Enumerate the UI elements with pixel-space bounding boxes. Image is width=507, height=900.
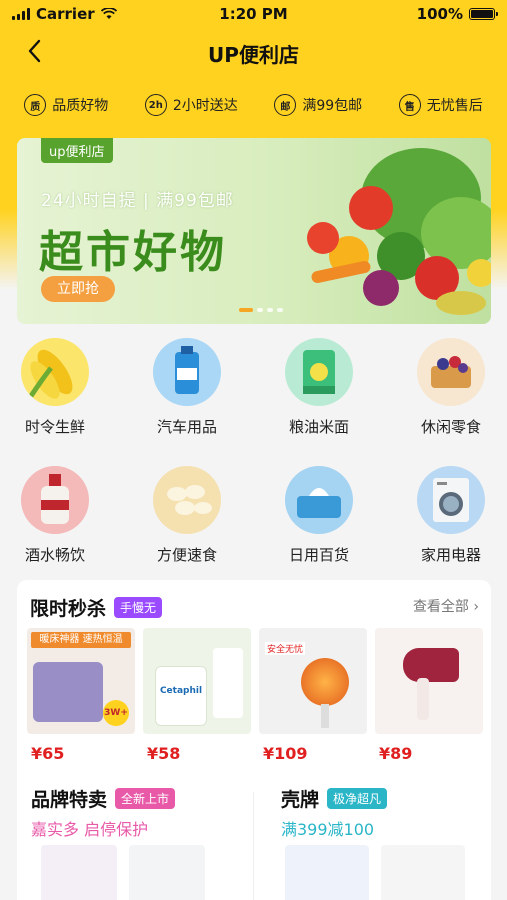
promo-banner[interactable]: up便利店 24小时自提 | 满99包邮 超市好物 立即抢 bbox=[17, 138, 491, 324]
shell-brand-desc: 满399减100 bbox=[281, 820, 375, 839]
nav-bar: UP便利店 bbox=[0, 30, 507, 74]
status-bar: Carrier 1:20 PM 100% bbox=[0, 0, 507, 28]
brand-sale-images bbox=[41, 845, 205, 900]
feature-label: 满99包邮 bbox=[302, 98, 363, 114]
carousel-indicator bbox=[239, 308, 283, 312]
feature-label: 无忧售后 bbox=[426, 98, 483, 114]
product-image bbox=[375, 628, 483, 734]
category-label: 休闲零食 bbox=[420, 418, 481, 436]
product-price: ¥58 bbox=[147, 744, 181, 763]
service-features: 质 品质好物 2h 2小时送达 邮 满99包邮 售 无忧售后 bbox=[0, 88, 507, 122]
category-grain[interactable]: 粮油米面 bbox=[264, 338, 374, 437]
product-price: ¥89 bbox=[379, 744, 413, 763]
product-card[interactable]: ¥89 bbox=[375, 628, 483, 763]
brand-sale-section[interactable]: 品牌特卖 全新上市 嘉实多 启停保护 bbox=[31, 785, 176, 840]
product-thumbnail[interactable] bbox=[41, 845, 117, 900]
product-price: ¥109 bbox=[263, 744, 308, 763]
category-instant[interactable]: 方便速食 bbox=[132, 466, 242, 565]
washing-machine-icon bbox=[417, 466, 485, 534]
product-thumbnail[interactable] bbox=[129, 845, 205, 900]
brand-sale-desc: 嘉实多 启停保护 bbox=[31, 820, 149, 839]
postage-icon: 邮 bbox=[274, 94, 297, 116]
feature-delivery: 2h 2小时送达 bbox=[144, 88, 238, 122]
product-card[interactable]: 暖床神器 速热恒温 3W+ ¥65 bbox=[27, 628, 135, 763]
banner-tag: up便利店 bbox=[41, 138, 113, 163]
category-label: 酒水畅饮 bbox=[24, 546, 85, 564]
category-label: 家用电器 bbox=[420, 546, 481, 564]
page-title: UP便利店 bbox=[208, 43, 299, 67]
product-image: Cetaphil bbox=[143, 628, 251, 734]
quality-icon: 质 bbox=[24, 94, 47, 116]
flash-sale-badge: 手慢无 bbox=[114, 597, 163, 618]
product-card[interactable]: 安全无忧 ¥109 bbox=[259, 628, 367, 763]
shell-brand-images bbox=[285, 845, 465, 900]
category-fresh[interactable]: 时令生鲜 bbox=[0, 338, 110, 437]
banner-subtitle: 24小时自提 | 满99包邮 bbox=[41, 191, 234, 211]
flash-sale-title: 限时秒杀 bbox=[30, 598, 107, 620]
shell-brand-section[interactable]: 壳牌 极净超凡 满399减100 bbox=[281, 785, 388, 840]
category-label: 时令生鲜 bbox=[24, 418, 85, 436]
feature-label: 品质好物 bbox=[52, 98, 109, 114]
banner-headline: 超市好物 bbox=[39, 227, 227, 278]
snack-icon bbox=[417, 338, 485, 406]
corn-icon bbox=[21, 338, 89, 406]
category-car[interactable]: 汽车用品 bbox=[132, 338, 242, 437]
aftersale-icon: 售 bbox=[398, 94, 421, 116]
shell-brand-title: 壳牌 bbox=[281, 789, 320, 811]
brand-sale-title: 品牌特卖 bbox=[31, 789, 108, 811]
product-image: 暖床神器 速热恒温 3W+ bbox=[27, 628, 135, 734]
product-list: 暖床神器 速热恒温 3W+ ¥65 Cetaphil ¥58 安全无忧 ¥109 bbox=[27, 628, 483, 763]
category-drinks[interactable]: 酒水畅饮 bbox=[0, 466, 110, 565]
flash-sale-card: 限时秒杀 手慢无 查看全部 › 暖床神器 速热恒温 3W+ ¥65 Cetaph… bbox=[17, 580, 491, 900]
category-label: 粮油米面 bbox=[288, 418, 349, 436]
liquor-icon bbox=[21, 466, 89, 534]
category-snack[interactable]: 休闲零食 bbox=[396, 338, 506, 437]
banner-cta-button[interactable]: 立即抢 bbox=[41, 276, 115, 302]
section-divider bbox=[253, 792, 254, 900]
feature-aftersale: 售 无忧售后 bbox=[398, 88, 483, 122]
rice-bag-icon bbox=[285, 338, 353, 406]
washer-fluid-icon bbox=[153, 338, 221, 406]
tissue-icon bbox=[285, 466, 353, 534]
category-daily[interactable]: 日用百货 bbox=[264, 466, 374, 565]
feature-label: 2小时送达 bbox=[172, 98, 238, 114]
category-appliance[interactable]: 家用电器 bbox=[396, 466, 506, 565]
vegetables-image bbox=[307, 148, 491, 315]
dumpling-icon bbox=[153, 466, 221, 534]
product-card[interactable]: Cetaphil ¥58 bbox=[143, 628, 251, 763]
category-label: 日用百货 bbox=[288, 546, 349, 564]
shell-brand-badge: 极净超凡 bbox=[327, 788, 388, 809]
category-label: 汽车用品 bbox=[156, 418, 217, 436]
product-price: ¥65 bbox=[31, 744, 65, 763]
product-image: 安全无忧 bbox=[259, 628, 367, 734]
category-label: 方便速食 bbox=[156, 546, 217, 564]
product-thumbnail[interactable] bbox=[285, 845, 369, 900]
product-thumbnail[interactable] bbox=[381, 845, 465, 900]
brand-sale-badge: 全新上市 bbox=[115, 788, 176, 809]
feature-quality: 质 品质好物 bbox=[24, 88, 108, 122]
delivery-icon: 2h bbox=[144, 94, 167, 116]
view-all-link[interactable]: 查看全部 › bbox=[413, 596, 479, 616]
battery-percent: 100% bbox=[416, 5, 463, 23]
battery-icon bbox=[469, 8, 498, 20]
chevron-right-icon: › bbox=[473, 599, 479, 615]
feature-postage: 邮 满99包邮 bbox=[274, 88, 362, 122]
